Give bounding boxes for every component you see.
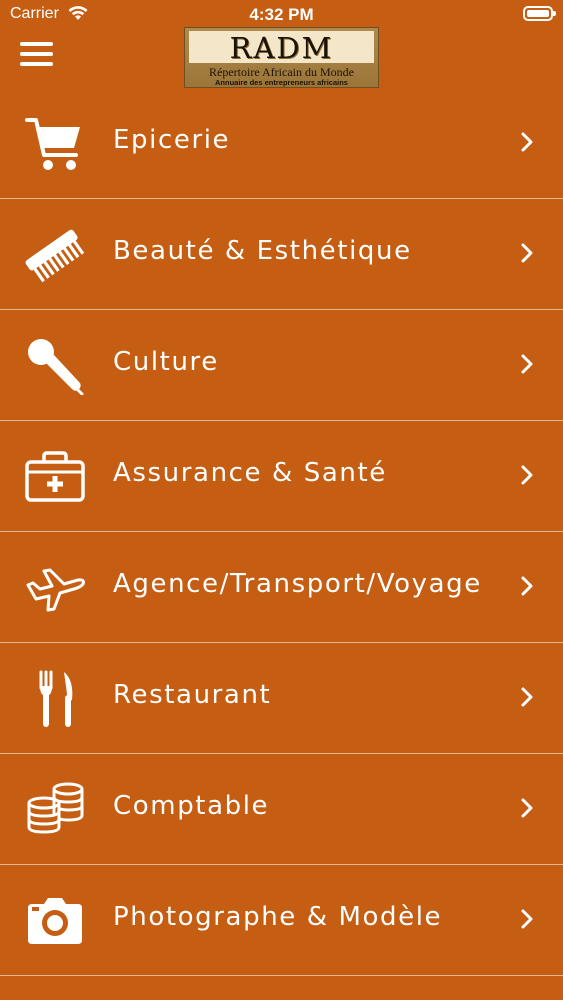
menu-item-label: Assurance & Santé xyxy=(113,458,387,488)
menu-item-comptable[interactable]: Comptable xyxy=(0,754,563,865)
logo-tagline: Annuaire des entrepreneurs africains xyxy=(215,78,348,87)
chevron-right-icon xyxy=(520,464,534,486)
radm-logo: RADM Répertoire Africain du Monde Annuai… xyxy=(184,27,379,88)
menu-item-photographe[interactable]: Photographe & Modèle xyxy=(0,865,563,976)
menu-item-label: Agence/Transport/Voyage xyxy=(113,569,482,599)
chevron-right-icon xyxy=(520,908,534,930)
status-time: 4:32 PM xyxy=(249,5,314,24)
category-menu: Epicerie Beauté & Esthétique Culture Ass… xyxy=(0,88,563,976)
shopping-cart-icon xyxy=(24,115,86,173)
hamburger-menu-icon[interactable] xyxy=(20,42,53,70)
coins-icon xyxy=(24,781,86,839)
menu-item-assurance[interactable]: Assurance & Santé xyxy=(0,421,563,532)
menu-item-epicerie[interactable]: Epicerie xyxy=(0,88,563,199)
menu-item-label: Comptable xyxy=(113,791,270,821)
menu-item-agence-transport-voyage[interactable]: Agence/Transport/Voyage xyxy=(0,532,563,643)
menu-item-label: Epicerie xyxy=(113,125,231,155)
battery-icon xyxy=(523,6,556,21)
logo-title: RADM xyxy=(189,31,374,65)
chevron-right-icon xyxy=(520,797,534,819)
medical-kit-icon xyxy=(24,448,86,506)
menu-item-restaurant[interactable]: Restaurant xyxy=(0,643,563,754)
menu-item-label: Beauté & Esthétique xyxy=(113,236,412,266)
microphone-icon xyxy=(24,337,86,396)
status-bar: Carrier 4:32 PM xyxy=(0,0,563,30)
camera-icon xyxy=(24,892,86,950)
fork-knife-icon xyxy=(24,670,86,728)
airplane-icon xyxy=(24,559,86,617)
chevron-right-icon xyxy=(520,242,534,264)
chevron-right-icon xyxy=(520,686,534,708)
menu-item-culture[interactable]: Culture xyxy=(0,310,563,421)
menu-item-beaute[interactable]: Beauté & Esthétique xyxy=(0,199,563,310)
comb-icon xyxy=(24,226,86,284)
menu-item-label: Photographe & Modèle xyxy=(113,902,443,932)
menu-item-label: Restaurant xyxy=(113,680,272,710)
chevron-right-icon xyxy=(520,575,534,597)
menu-item-label: Culture xyxy=(113,347,219,377)
chevron-right-icon xyxy=(520,131,534,153)
chevron-right-icon xyxy=(520,353,534,375)
